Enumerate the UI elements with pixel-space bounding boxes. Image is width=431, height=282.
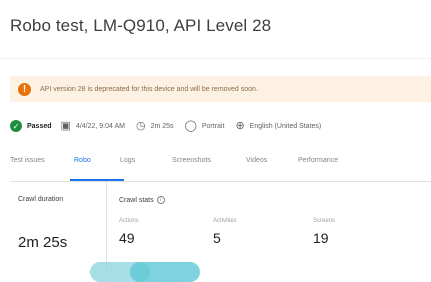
tab-test-issues[interactable]: Test issues (10, 149, 74, 181)
crawl-duration-label: Crawl duration (18, 196, 64, 203)
page-title: Robo test, LM-Q910, API Level 28 (10, 16, 272, 35)
portrait-icon: ◯ (184, 119, 197, 132)
stat-activities: Activities 5 (213, 218, 237, 246)
stat-actions: Actions 49 (119, 218, 139, 246)
tab-screenshots[interactable]: Screenshots (172, 149, 246, 181)
check-circle-icon: ✓ (10, 120, 22, 132)
tab-videos[interactable]: Videos (246, 149, 298, 181)
crawl-stats-header: Crawl stats i (119, 196, 165, 204)
stat-label: Actions (119, 218, 139, 224)
status-label: Passed (27, 122, 52, 130)
test-duration: 2m 25s (150, 122, 174, 130)
warning-text: API version 28 is deprecated for this de… (40, 85, 258, 93)
crawl-duration-value: 2m 25s (18, 234, 68, 251)
stat-screens: Screens 19 (313, 218, 335, 246)
stat-value: 19 (313, 230, 329, 246)
tab-robo[interactable]: Robo (70, 149, 124, 181)
crawl-stats-label: Crawl stats (119, 196, 154, 204)
tab-logs[interactable]: Logs (120, 149, 172, 181)
tab-performance[interactable]: Performance (298, 149, 358, 181)
test-meta-row: ✓ Passed ▣ 4/4/22, 9:04 AM ◷ 2m 25s ◯ Po… (10, 120, 327, 132)
timer-icon: ◷ (135, 119, 146, 132)
header-divider (0, 58, 431, 59)
decorative-shape (130, 262, 200, 282)
test-time: 4/4/22, 9:04 AM (75, 122, 125, 130)
stat-label: Screens (313, 218, 336, 224)
info-icon[interactable]: i (156, 196, 165, 204)
locale: English (United States) (249, 122, 322, 130)
crawl-stats-card: Crawl stats i Actions 49 Activities 5 Sc… (107, 182, 431, 271)
stat-value: 5 (213, 230, 221, 246)
stats-section: Crawl duration 2m 25s Crawl stats i Acti… (10, 182, 431, 271)
result-tabs: Test issues Robo Logs Screenshots Videos… (10, 149, 431, 182)
orientation: Portrait (201, 122, 225, 130)
calendar-icon: ▣ (60, 119, 71, 132)
warning-icon: ! (18, 82, 31, 96)
stat-value: 49 (119, 230, 135, 246)
crawl-duration-card: Crawl duration 2m 25s (10, 182, 107, 271)
deprecation-banner: ! API version 28 is deprecated for this … (10, 76, 431, 102)
globe-icon: ⊕ (235, 119, 245, 132)
stat-label: Activities (213, 218, 237, 224)
